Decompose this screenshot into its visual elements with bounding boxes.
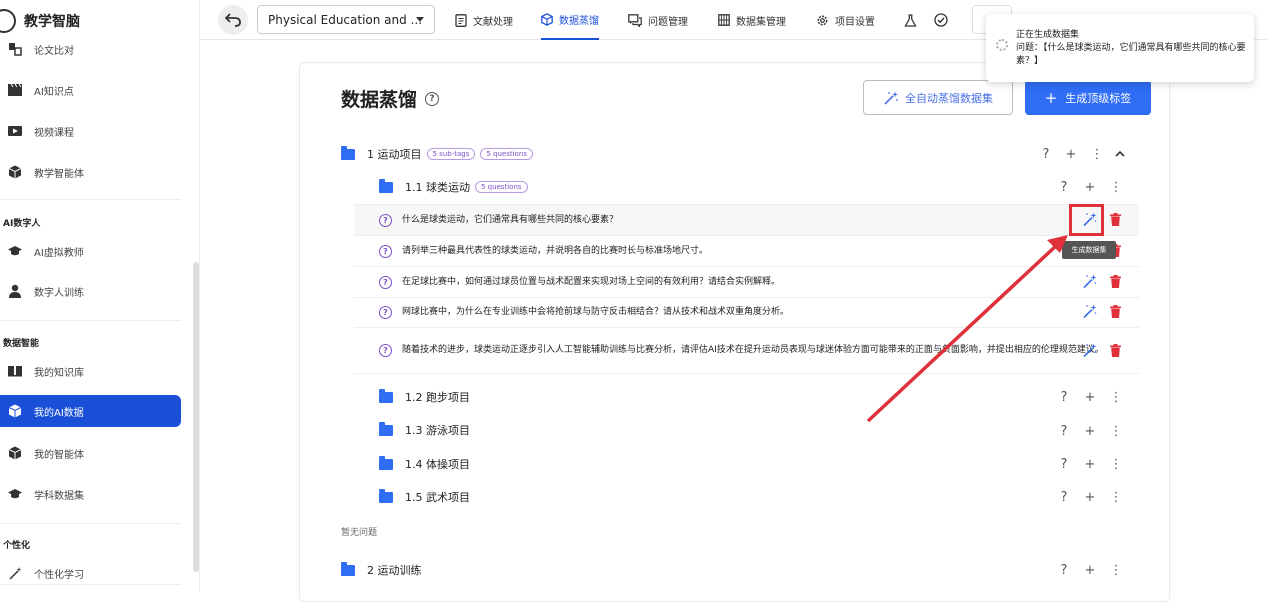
toast-title: 正在生成数据集 bbox=[1016, 30, 1080, 40]
toast-body: 问题：【什么是球类运动，它们通常具有哪些共同的核心要素？】 bbox=[1016, 43, 1246, 66]
generation-toast: 正在生成数据集 问题：【什么是球类运动，它们通常具有哪些共同的核心要素？】 bbox=[986, 14, 1254, 82]
annotation-arrow bbox=[866, 235, 1068, 423]
loading-spinner-icon bbox=[996, 39, 1008, 51]
annotation-arrow-line bbox=[866, 242, 1060, 423]
